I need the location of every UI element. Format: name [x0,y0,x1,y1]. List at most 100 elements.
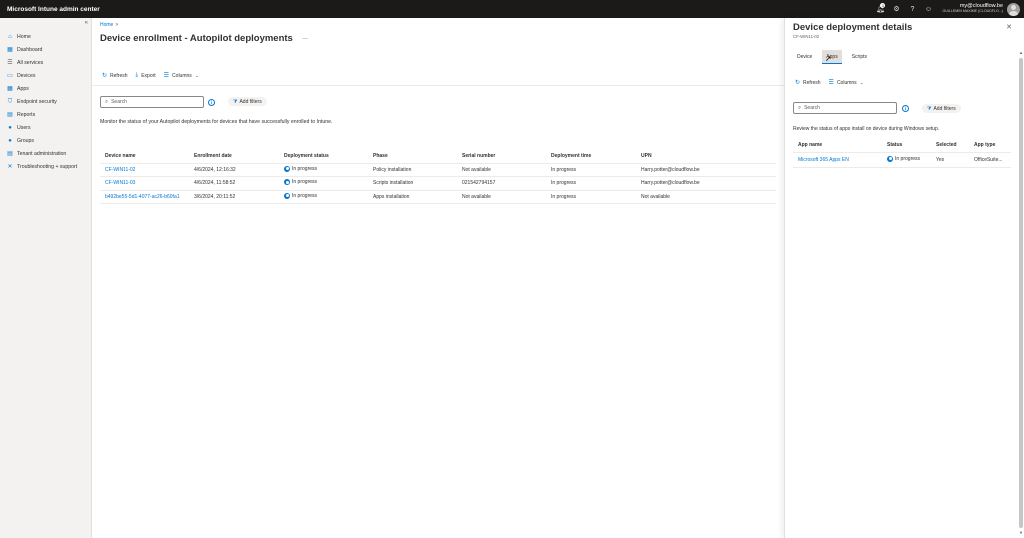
sidebar-item-label: All services [17,59,44,66]
cell-device[interactable]: b492be55-5d1-4077-ac26-b60fa1 [100,190,189,204]
cell-app[interactable]: Microsoft 365 Apps EN [793,152,882,168]
sidebar-item-label: Troubleshooting + support [17,163,78,170]
panel-search-input[interactable]: ⌕ Search [793,102,897,114]
sidebar-item-troubleshooting-support[interactable]: ✕ Troubleshooting + support [0,160,92,173]
column-header[interactable]: Status [882,138,931,153]
sidebar-item-apps[interactable]: ▦ Apps [0,82,92,95]
reports-icon: ▤ [7,111,13,118]
panel-add-filters-label: Add filters [933,105,956,112]
bell-icon[interactable]: 🔔︎ 1 [872,0,888,18]
refresh-button[interactable]: ↻ Refresh [102,72,128,80]
panel-columns-button[interactable]: ☰ Columns ⌄ [828,79,864,87]
tab-device[interactable]: Device [793,50,816,64]
refresh-label: Refresh [110,72,128,79]
breadcrumb-home[interactable]: Home [100,22,113,28]
sidebar-item-all-services[interactable]: ☰ All services [0,56,92,69]
panel-scrollbar[interactable] [1019,58,1023,528]
sidebar-item-users[interactable]: ● Users [0,121,92,134]
sidebar-item-endpoint-security[interactable]: ⛉ Endpoint security [0,95,92,108]
scroll-down-arrow[interactable]: ▼ [1019,530,1023,535]
feedback-icon[interactable]: ☺︎ [920,0,936,18]
export-label: Export [141,72,156,79]
column-header[interactable]: App type [969,138,1011,153]
cell-device[interactable]: CF-WIN11-02 [100,163,189,177]
column-header[interactable]: Device name [100,149,189,164]
sidebar-item-tenant-administration[interactable]: ▤ Tenant administration [0,147,92,160]
status-label: In progress [895,155,921,162]
table-row[interactable]: CF-WIN11-03 4/6/2024, 11:58:52 In progress… [100,176,776,191]
column-header[interactable]: Deployment status [279,149,368,164]
sidebar-item-label: Endpoint security [17,98,57,105]
table-row[interactable]: CF-WIN11-02 4/6/2024, 12:16:32 In progress… [100,163,776,177]
column-header[interactable]: Phase [368,149,457,164]
command-bar: ↻ Refresh ⤓ Export ☰ Columns ⌄ [102,72,207,79]
apps-icon: ▦ [7,85,13,92]
info-icon[interactable]: i [208,99,215,106]
sidebar-item-reports[interactable]: ▤ Reports [0,108,92,121]
cell-upn: Harry.potter@cloudflow.be [636,176,776,191]
sidebar-item-devices[interactable]: ▭ Devices [0,69,92,82]
avatar[interactable] [1007,2,1020,16]
gear-icon[interactable]: ⚙︎ [888,0,904,18]
columns-button[interactable]: ☰ Columns ⌄ [164,72,199,80]
column-header[interactable]: Serial number [457,149,546,164]
panel-refresh-label: Refresh [803,79,821,86]
column-header[interactable]: Enrollment date [189,149,279,164]
column-header[interactable]: UPN [636,149,776,164]
account-info[interactable]: my@cloudflow.be GUILLEMIN MAXIME (CLOUDF… [936,3,1007,14]
app-value[interactable]: Microsoft 365 Apps EN [798,157,849,163]
panel-title: Device deployment details [793,22,913,33]
dashboard-icon: ▦ [7,46,13,53]
panel-refresh-button[interactable]: ↻ Refresh [795,79,821,87]
add-filters-button[interactable]: ⧩ Add filters [228,97,267,106]
column-header[interactable]: App name [793,138,882,153]
panel-search-placeholder: Search [804,105,820,111]
date-value: 4/6/2024, 11:58:52 [194,180,236,187]
help-icon[interactable]: ? [904,0,920,18]
cell-status: In progress [279,163,368,177]
tab-scripts[interactable]: Scripts [848,50,871,64]
cell-time: In progress [546,190,636,204]
panel-subtitle: CF-WIN11-02 [793,34,820,39]
panel-command-bar: ↻ Refresh ☰ Columns ⌄ [795,79,872,87]
apps-table: App name Status Selected App type Microsoft… [793,138,1011,168]
date-value: 4/6/2024, 12:16:32 [194,166,236,173]
search-input[interactable]: ⌕ Search [100,96,204,108]
search-placeholder: Search [111,99,127,105]
panel-info-icon[interactable]: i [902,105,909,112]
cell-device[interactable]: CF-WIN11-03 [100,176,189,191]
filter-icon: ⧩ [233,98,238,105]
columns-icon: ☰ [828,80,834,86]
close-icon[interactable]: ✕ [1006,23,1012,31]
export-button[interactable]: ⤓ Export [136,72,156,79]
status-badge: In progress [887,155,921,162]
device-value[interactable]: CF-WIN11-02 [105,167,135,173]
sidebar-item-home[interactable]: ⌂ Home [0,30,92,43]
date-value: 3/6/2024, 20:11:52 [194,193,236,200]
cell-upn: Harry.potter@cloudflow.be [636,163,776,177]
table-row[interactable]: b492be55-5d1-4077-ac26-b60fa1 3/6/2024, 2… [100,190,776,204]
status-badge: In progress [284,165,318,172]
app-title[interactable]: Microsoft Intune admin center [0,6,872,13]
panel-add-filters-button[interactable]: ⧩ Add filters [922,104,961,113]
sidebar-item-label: Users [17,124,31,131]
more-options-button[interactable]: ... [302,34,308,41]
in-progress-icon [284,165,290,172]
sidebar-item-dashboard[interactable]: ▦ Dashboard [0,43,92,56]
sidebar-item-groups[interactable]: ● Groups [0,134,92,147]
serial-value: Not available [462,193,491,200]
table-body: CF-WIN11-02 4/6/2024, 12:16:32 In progress… [100,163,776,204]
breadcrumb-separator: > [115,22,119,28]
collapse-sidebar-icon[interactable]: « [85,20,88,26]
troubleshooting-icon: ✕ [7,163,13,170]
device-value[interactable]: b492be55-5d1-4077-ac26-b60fa1 [105,194,180,200]
chevron-down-icon: ⌄ [194,72,199,79]
column-header[interactable]: Selected [931,138,969,153]
device-value[interactable]: CF-WIN11-03 [105,180,135,186]
mouse-cursor-icon: ➚ [825,54,832,63]
table-row[interactable]: Microsoft 365 Apps EN In progress Yes Offic… [793,152,1011,168]
column-header[interactable]: Deployment time [546,149,636,164]
scroll-up-arrow[interactable]: ▲ [1019,50,1023,55]
status-label: In progress [292,165,318,172]
notification-badge: 1 [880,3,886,8]
